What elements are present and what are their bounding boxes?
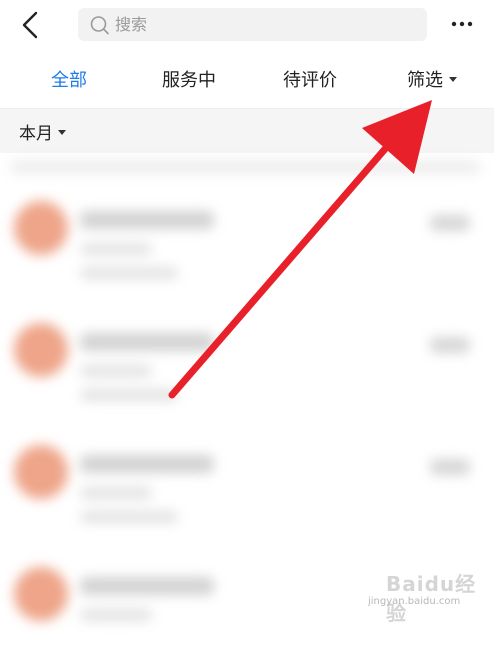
- more-button[interactable]: [448, 11, 478, 37]
- search-icon: [90, 16, 109, 35]
- avatar: [14, 567, 68, 621]
- list-item[interactable]: [0, 445, 494, 545]
- caret-down-icon: [58, 130, 66, 135]
- more-horizontal-icon: [451, 21, 473, 27]
- filter-dropdown[interactable]: 筛选: [407, 69, 457, 93]
- text-placeholder: [80, 609, 152, 621]
- tab-all[interactable]: 全部: [51, 69, 87, 93]
- text-placeholder: [80, 455, 214, 473]
- tab-in-service[interactable]: 服务中: [162, 69, 216, 93]
- avatar: [14, 201, 68, 255]
- chevron-left-icon: [22, 11, 38, 39]
- search-input[interactable]: 搜索: [78, 8, 427, 41]
- text-placeholder: [80, 267, 178, 279]
- month-dropdown[interactable]: 本月: [19, 123, 66, 145]
- watermark-url: jingyan.baidu.com: [368, 596, 461, 607]
- month-label: 本月: [19, 124, 53, 144]
- text-placeholder: [80, 511, 178, 523]
- filter-label: 筛选: [407, 70, 443, 91]
- avatar: [14, 323, 68, 377]
- text-placeholder: [80, 389, 178, 401]
- tab-to-review[interactable]: 待评价: [283, 69, 337, 93]
- avatar: [14, 445, 68, 499]
- amount-placeholder: [430, 459, 470, 475]
- text-placeholder: [80, 487, 152, 499]
- text-placeholder: [80, 333, 214, 351]
- amount-placeholder: [430, 337, 470, 353]
- order-list: [0, 153, 494, 621]
- baidu-watermark: Baidu经验 jingyan.baidu.com: [368, 566, 488, 625]
- text-placeholder: [80, 577, 214, 595]
- text-placeholder: [80, 211, 214, 229]
- caret-down-icon: [449, 77, 457, 82]
- amount-placeholder: [430, 215, 470, 231]
- list-item[interactable]: [0, 201, 494, 301]
- search-placeholder: 搜索: [115, 15, 148, 34]
- text-placeholder: [80, 243, 152, 255]
- list-summary-placeholder: [10, 161, 480, 173]
- list-item[interactable]: [0, 323, 494, 423]
- tab-bar: 全部 服务中 待评价 筛选: [0, 52, 494, 108]
- top-bar: 搜索: [0, 0, 494, 52]
- month-filter-bar: 本月: [0, 109, 494, 153]
- text-placeholder: [80, 365, 152, 377]
- back-button[interactable]: [14, 8, 48, 42]
